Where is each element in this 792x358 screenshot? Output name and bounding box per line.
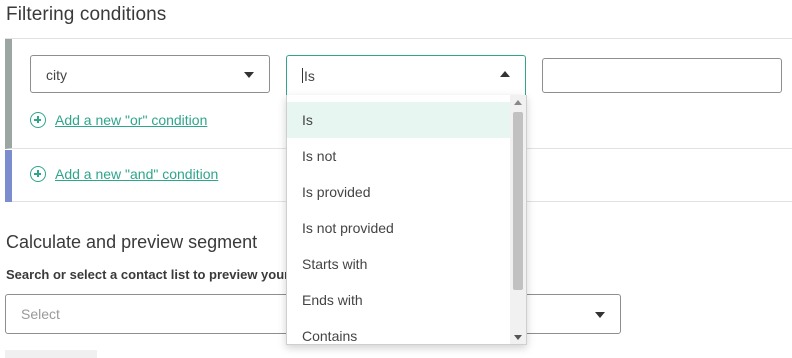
operator-select-value: Is: [302, 68, 315, 84]
operator-dropdown-menu: Is Is not Is provided Is not provided St…: [286, 95, 527, 345]
chevron-down-icon: [595, 312, 605, 318]
plus-circle-icon: [30, 112, 46, 128]
operator-option-is[interactable]: Is: [287, 102, 511, 138]
operator-select[interactable]: Is: [286, 55, 526, 95]
chevron-up-icon: [500, 71, 510, 77]
dropdown-scrollbar[interactable]: [510, 95, 526, 344]
preview-button-stub[interactable]: [5, 350, 97, 358]
preview-section-label: Search or select a contact list to previ…: [6, 267, 290, 282]
add-and-condition-link[interactable]: Add a new "and" condition: [30, 166, 218, 182]
filtering-conditions-title: Filtering conditions: [6, 4, 167, 25]
operator-option-is-provided[interactable]: Is provided: [287, 174, 511, 210]
chevron-down-icon: [244, 72, 254, 78]
condition-value-input[interactable]: [542, 58, 782, 93]
operator-option-ends-with[interactable]: Ends with: [287, 282, 511, 318]
contact-list-select-placeholder: Select: [21, 306, 60, 322]
scroll-down-arrow-icon[interactable]: [514, 335, 522, 340]
operator-option-contains[interactable]: Contains: [287, 318, 511, 344]
plus-circle-icon: [30, 166, 46, 182]
text-cursor: [302, 68, 303, 83]
field-select-value: city: [46, 67, 67, 83]
scrollbar-thumb[interactable]: [513, 112, 523, 290]
scroll-up-arrow-icon[interactable]: [514, 100, 522, 105]
operator-select-text: Is: [304, 68, 315, 84]
add-or-condition-label: Add a new "or" condition: [55, 112, 208, 128]
preview-section-title: Calculate and preview segment: [6, 232, 258, 252]
operator-option-starts-with[interactable]: Starts with: [287, 246, 511, 282]
field-select[interactable]: city: [30, 55, 270, 93]
add-or-condition-link[interactable]: Add a new "or" condition: [30, 112, 207, 128]
operator-option-is-not-provided[interactable]: Is not provided: [287, 210, 511, 246]
operator-option-is-not[interactable]: Is not: [287, 138, 511, 174]
add-and-condition-label: Add a new "and" condition: [55, 166, 219, 182]
